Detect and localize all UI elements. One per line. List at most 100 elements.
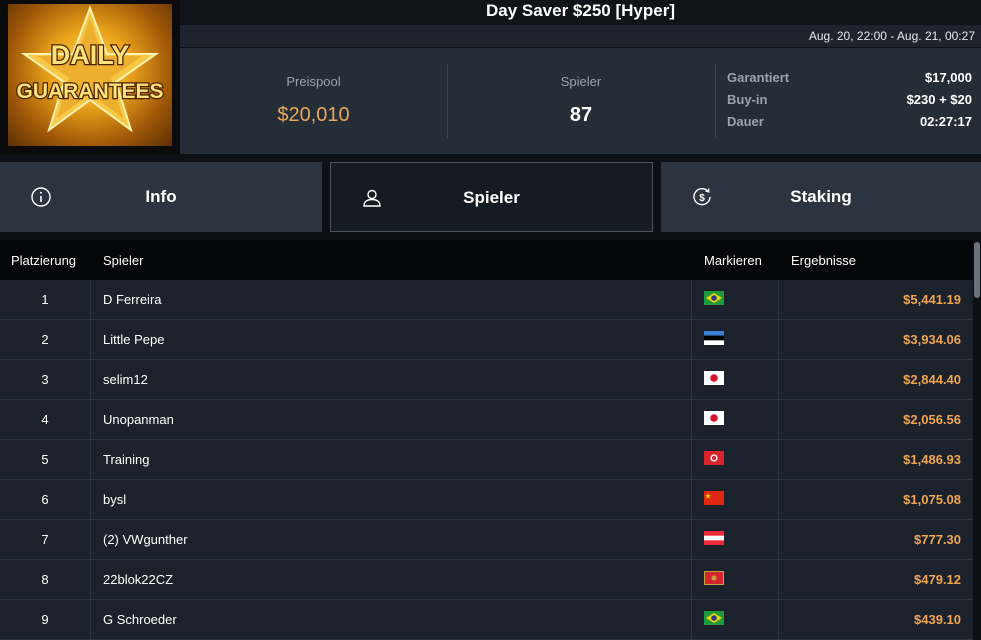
column-divider: [90, 480, 91, 520]
row-result: $3,934.06: [903, 332, 961, 347]
column-divider: [90, 440, 91, 480]
column-divider: [90, 400, 91, 440]
row-player-name[interactable]: bysl: [103, 492, 126, 507]
column-divider: [90, 360, 91, 400]
country-flag-icon[interactable]: [704, 611, 724, 625]
row-player-name[interactable]: Training: [103, 452, 149, 467]
table-row[interactable]: 4 Unopanman $2,056.56: [0, 400, 973, 440]
header-place[interactable]: Platzierung: [11, 253, 76, 268]
column-divider: [778, 360, 779, 400]
column-divider: [90, 520, 91, 560]
row-place: 6: [41, 492, 49, 507]
logo-line1: DAILY: [51, 40, 130, 70]
detail-label: Dauer: [727, 114, 764, 129]
tab-players[interactable]: Spieler: [330, 162, 653, 232]
row-place: 5: [41, 452, 49, 467]
row-result: $1,486.93: [903, 452, 961, 467]
column-divider: [691, 480, 692, 520]
country-flag-icon[interactable]: [704, 571, 724, 585]
prize-pool-value: $20,010: [277, 104, 350, 126]
row-result: $439.10: [914, 612, 961, 627]
scrollbar-thumb[interactable]: [974, 242, 980, 298]
prize-pool-stat: Preispool $20,010: [180, 48, 447, 154]
tournament-title: Day Saver $250 [Hyper]: [485, 1, 675, 20]
table-scrollbar[interactable]: [973, 240, 981, 640]
column-divider: [90, 560, 91, 600]
row-player-name[interactable]: Little Pepe: [103, 332, 164, 347]
column-divider: [90, 280, 91, 320]
row-result: $777.30: [914, 532, 961, 547]
column-divider: [691, 600, 692, 640]
row-player-name[interactable]: selim12: [103, 372, 148, 387]
tab-info[interactable]: Info: [0, 162, 322, 232]
country-flag-icon[interactable]: [704, 531, 724, 545]
detail-guaranteed: Garantiert $17,000: [727, 70, 972, 92]
table-row[interactable]: 9 G Schroeder $439.10: [0, 600, 973, 640]
column-divider: [778, 520, 779, 560]
column-divider: [691, 320, 692, 360]
row-player-name[interactable]: G Schroeder: [103, 612, 177, 627]
country-flag-icon[interactable]: [704, 331, 724, 345]
row-place: 2: [41, 332, 49, 347]
table-header: Platzierung Spieler Markieren Ergebnisse: [0, 240, 973, 280]
header-player[interactable]: Spieler: [103, 253, 143, 268]
column-divider: [691, 360, 692, 400]
detail-buy-in: Buy-in $230 + $20: [727, 92, 972, 114]
column-divider: [90, 320, 91, 360]
row-player-name[interactable]: D Ferreira: [103, 292, 162, 307]
divider: [715, 64, 716, 138]
logo-line2: GUARANTEES: [16, 80, 163, 103]
tab-players-label: Spieler: [463, 188, 520, 207]
detail-value: 02:27:17: [919, 114, 972, 129]
table-row[interactable]: 1 D Ferreira $5,441.19: [0, 280, 973, 320]
column-divider: [778, 600, 779, 640]
country-flag-icon[interactable]: [704, 491, 724, 505]
row-place: 8: [41, 572, 49, 587]
prize-pool-label: Preispool: [286, 74, 341, 89]
column-divider: [778, 280, 779, 320]
row-player-name[interactable]: 22blok22CZ: [103, 572, 173, 587]
row-player-name[interactable]: (2) VWgunther: [103, 532, 188, 547]
detail-duration: Dauer 02:27:17: [727, 114, 972, 136]
tab-staking[interactable]: $ Staking: [661, 162, 981, 232]
daily-guarantees-logo: DAILY GUARANTEES: [0, 0, 180, 154]
row-result: $479.12: [914, 572, 961, 587]
table-row[interactable]: 3 selim12 $2,844.40: [0, 360, 973, 400]
title-bar: Day Saver $250 [Hyper]: [180, 0, 981, 25]
row-place: 4: [41, 412, 49, 427]
tournament-info-panel: Preispool $20,010 Spieler 87 Garantiert …: [180, 48, 981, 154]
header-mark[interactable]: Markieren: [704, 253, 762, 268]
players-value: 87: [569, 104, 593, 126]
row-place: 7: [41, 532, 49, 547]
table-row[interactable]: 5 Training $1,486.93: [0, 440, 973, 480]
row-result: $2,056.56: [903, 412, 961, 427]
players-stat: Spieler 87: [447, 48, 715, 154]
row-player-name[interactable]: Unopanman: [103, 412, 174, 427]
players-table: Platzierung Spieler Markieren Ergebnisse…: [0, 240, 973, 640]
row-place: 1: [41, 292, 49, 307]
header-results[interactable]: Ergebnisse: [791, 253, 856, 268]
country-flag-icon[interactable]: [704, 371, 724, 385]
tab-bar: Info Spieler $ Staking: [0, 162, 981, 232]
table-row[interactable]: 8 22blok22CZ $479.12: [0, 560, 973, 600]
row-result: $2,844.40: [903, 372, 961, 387]
column-divider: [691, 440, 692, 480]
table-row[interactable]: 7 (2) VWgunther $777.30: [0, 520, 973, 560]
players-label: Spieler: [560, 74, 602, 89]
tournament-details: Garantiert $17,000 Buy-in $230 + $20 Dau…: [727, 70, 972, 136]
table-row[interactable]: 2 Little Pepe $3,934.06: [0, 320, 973, 360]
column-divider: [778, 480, 779, 520]
detail-value: $230 + $20: [906, 92, 972, 107]
tab-staking-label: Staking: [790, 187, 852, 206]
country-flag-icon[interactable]: [704, 291, 724, 305]
column-divider: [778, 320, 779, 360]
column-divider: [691, 560, 692, 600]
detail-label: Garantiert: [727, 70, 790, 85]
row-result: $5,441.19: [903, 292, 961, 307]
country-flag-icon[interactable]: [704, 451, 724, 465]
country-flag-icon[interactable]: [704, 411, 724, 425]
date-bar: Aug. 20, 22:00 - Aug. 21, 00:27: [180, 25, 981, 47]
table-row[interactable]: 6 bysl $1,075.08: [0, 480, 973, 520]
column-divider: [778, 400, 779, 440]
column-divider: [691, 520, 692, 560]
